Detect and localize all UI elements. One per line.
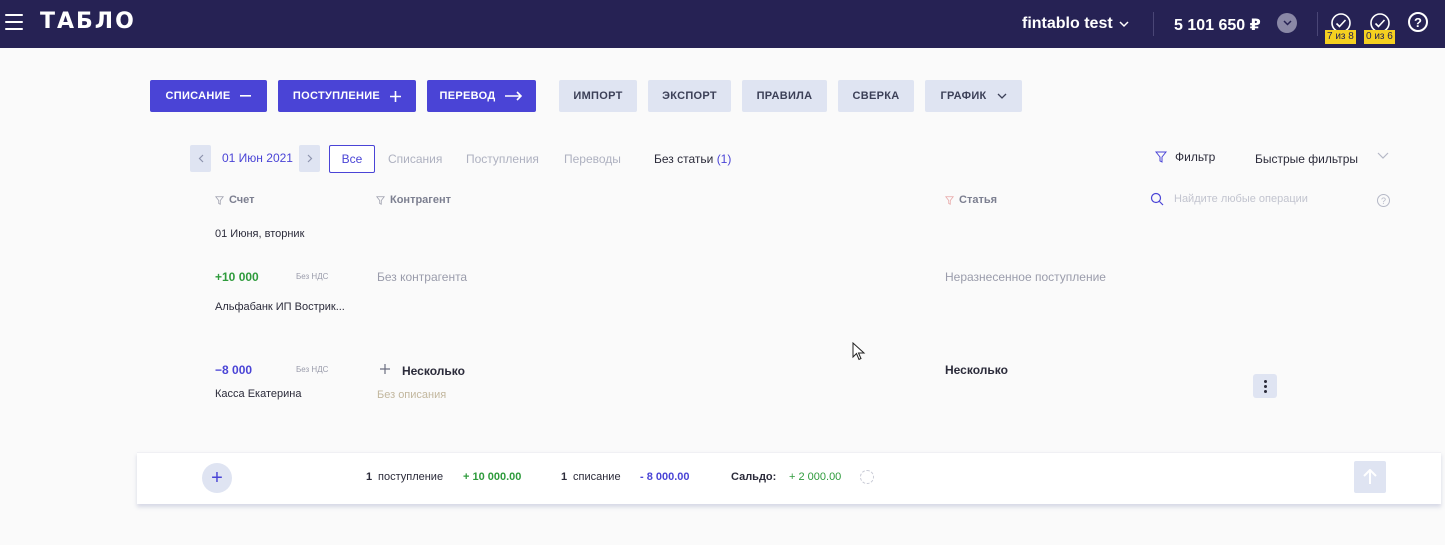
add-operation-button[interactable]: +	[202, 463, 232, 493]
income-button[interactable]: ПОСТУПЛЕНИЕ	[278, 80, 416, 112]
column-counterparty-label: Контрагент	[390, 194, 452, 206]
saldo-sum: + 2 000.00	[789, 471, 842, 483]
transfer-label: ПЕРЕВОД	[439, 90, 496, 102]
funnel-icon	[1155, 151, 1167, 163]
divider	[1317, 12, 1318, 36]
company-selector[interactable]: fintablo test	[1022, 15, 1129, 33]
operation-account: Альфабанк ИП Вострик...	[215, 301, 345, 313]
vat-label: Без НДС	[296, 272, 329, 281]
transfer-button[interactable]: ПЕРЕВОД	[427, 80, 536, 112]
date-picker[interactable]: 01 Июн 2021	[222, 151, 293, 165]
plus-icon	[390, 90, 402, 102]
writeoff-button[interactable]: СПИСАНИЕ	[150, 80, 267, 112]
operation-category: Несколько	[945, 363, 1008, 377]
minus-icon	[240, 95, 252, 97]
loading-icon	[860, 470, 874, 484]
column-account-label: Счет	[229, 194, 255, 206]
saldo-label: Сальдо:	[731, 471, 777, 483]
tab-incomes[interactable]: Поступления	[466, 152, 539, 166]
writeoff-sum: - 8 000.00	[640, 471, 690, 483]
filter-label: Фильтр	[1175, 150, 1216, 164]
reconcile-label: СВЕРКА	[852, 90, 900, 102]
reconcile-button[interactable]: СВЕРКА	[838, 80, 914, 112]
operation-category: Неразнесенное поступление	[945, 270, 1106, 284]
arrow-up-icon	[1363, 469, 1377, 484]
expand-plus-icon[interactable]	[380, 364, 390, 374]
operation-counterparty: Без контрагента	[377, 270, 468, 284]
operation-description: Без описания	[377, 389, 447, 401]
arrow-right-icon	[505, 91, 523, 101]
chevron-down-icon	[1119, 20, 1129, 27]
tab-writeoffs[interactable]: Списания	[388, 152, 442, 166]
balance-expand-button[interactable]	[1277, 13, 1297, 33]
income-sum: + 10 000.00	[463, 471, 522, 483]
tab-no-category[interactable]: Без статьи (1)	[654, 152, 731, 166]
income-label: поступление	[378, 471, 444, 483]
tasks-badge: 7 из 8	[1325, 30, 1356, 44]
column-counterparty[interactable]: Контрагент	[376, 194, 451, 206]
search-help-icon[interactable]: ?	[1377, 194, 1390, 207]
tab-no-category-label: Без статьи	[654, 152, 714, 166]
column-account[interactable]: Счет	[215, 194, 255, 206]
funnel-icon	[376, 195, 385, 205]
total-balance: 5 101 650 ₽	[1174, 17, 1261, 34]
more-options-icon[interactable]	[1253, 374, 1277, 398]
company-name: fintablo test	[1022, 15, 1113, 32]
app-logo[interactable]: ТАБЛО	[40, 9, 136, 34]
search-placeholder: Найдите любые операции	[1174, 193, 1308, 205]
top-bar: ТАБЛО fintablo test 5 101 650 ₽ 7 из 8 0…	[0, 0, 1445, 48]
search-input[interactable]: Найдите любые операции	[1150, 192, 1308, 206]
divider	[1153, 12, 1154, 36]
import-button[interactable]: ИМПОРТ	[559, 80, 637, 112]
tab-transfers[interactable]: Переводы	[564, 152, 621, 166]
writeoff-label: списание	[573, 471, 621, 483]
operation-amount: +10 000	[215, 270, 259, 284]
search-icon	[1150, 192, 1164, 206]
column-category[interactable]: Статья	[945, 194, 997, 206]
chevron-left-icon	[198, 154, 203, 163]
writeoff-count: 1	[561, 471, 568, 483]
operation-amount: −8 000	[215, 363, 253, 377]
rules-label: ПРАВИЛА	[756, 90, 813, 102]
next-date-button[interactable]	[299, 145, 320, 172]
scroll-top-button[interactable]	[1354, 461, 1386, 493]
tab-all[interactable]: Все	[329, 145, 375, 173]
column-category-label: Статья	[959, 194, 998, 206]
prev-date-button[interactable]	[190, 145, 211, 172]
mouse-cursor-icon	[852, 342, 866, 361]
chevron-down-icon[interactable]	[1377, 152, 1389, 160]
help-icon[interactable]: ?	[1408, 12, 1428, 32]
schedule-label: ГРАФИК	[940, 90, 987, 102]
vat-label: Без НДС	[296, 365, 329, 374]
filter-button[interactable]: Фильтр	[1155, 150, 1215, 164]
rules-button[interactable]: ПРАВИЛА	[742, 80, 827, 112]
income-label: ПОСТУПЛЕНИЕ	[292, 90, 381, 102]
chevron-down-icon	[997, 93, 1007, 99]
writeoff-label: СПИСАНИЕ	[165, 90, 231, 102]
funnel-icon	[945, 195, 954, 205]
income-count: 1	[366, 471, 373, 483]
menu-icon[interactable]	[5, 14, 23, 30]
tab-no-category-count: (1)	[716, 152, 732, 166]
quick-filters-dropdown[interactable]: Быстрые фильтры	[1255, 152, 1358, 166]
chevron-right-icon	[307, 154, 312, 163]
export-label: ЭКСПОРТ	[662, 90, 717, 102]
day-header: 01 Июня, вторник	[215, 228, 305, 240]
export-button[interactable]: ЭКСПОРТ	[648, 80, 731, 112]
tasks-badge: 0 из 6	[1364, 30, 1395, 44]
operation-account: Касса Екатерина	[215, 388, 302, 400]
import-label: ИМПОРТ	[573, 90, 623, 102]
operation-counterparty: Несколько	[402, 364, 465, 378]
chevron-down-icon	[1282, 20, 1292, 26]
funnel-icon	[215, 195, 224, 205]
schedule-button[interactable]: ГРАФИК	[925, 80, 1022, 112]
